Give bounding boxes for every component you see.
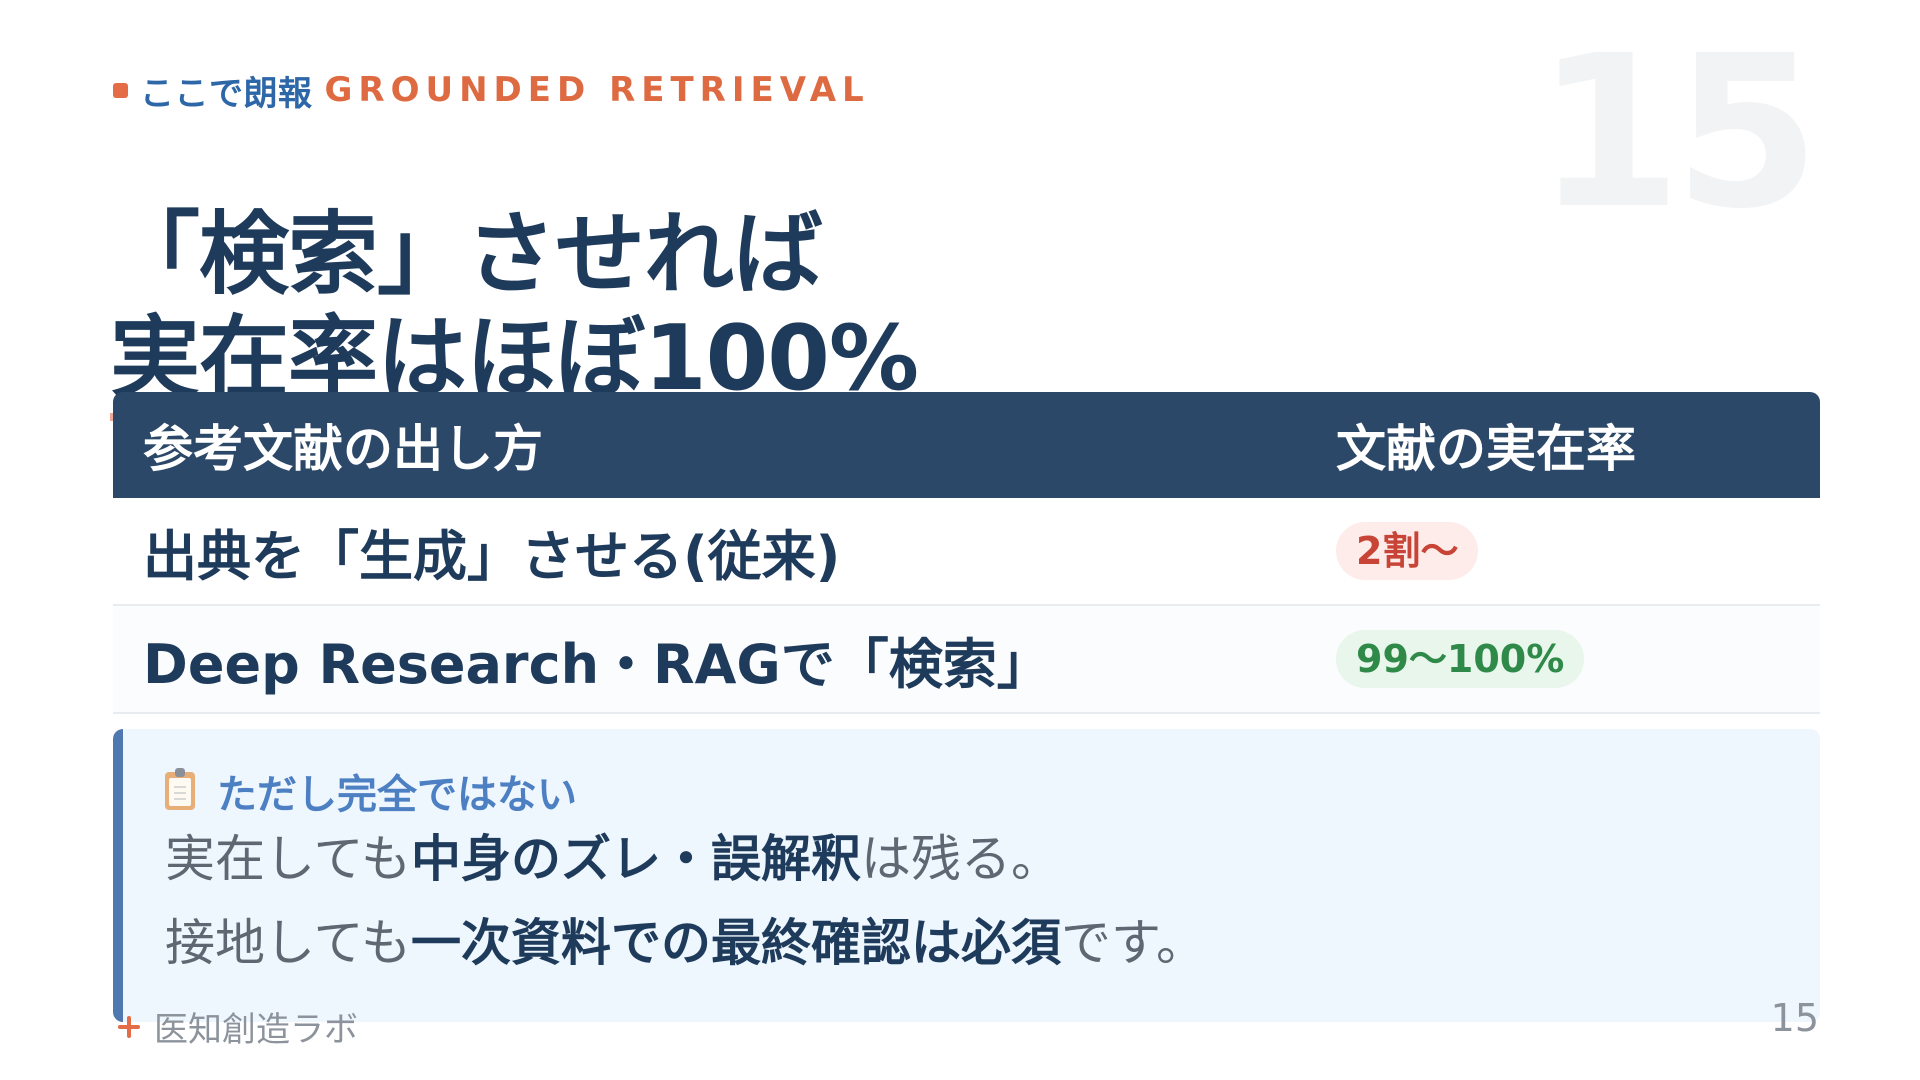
note-line-1: 実在しても中身のズレ・誤解釈は残る。	[165, 817, 1780, 901]
eyebrow-english-label: GROUNDED RETRIEVAL	[324, 70, 870, 110]
slide-eyebrow: ここで朗報 GROUNDED RETRIEVAL	[113, 70, 870, 114]
table-row-search-citations: Deep Research・RAGで「検索」 99〜100%	[113, 606, 1820, 714]
clipboard-icon	[165, 768, 195, 810]
footer-brand: 医知創造ラボ	[118, 1002, 358, 1051]
note-line-2-emphasis: 一次資料での最終確認は必須	[411, 914, 1061, 972]
high-rate-badge: 99〜100%	[1336, 630, 1585, 688]
eyebrow-japanese-label: ここで朗報	[140, 73, 313, 114]
page-number: 15	[1770, 996, 1819, 1040]
note-line-2: 接地しても一次資料での最終確認は必須です。	[165, 901, 1780, 985]
note-heading: ただし完全ではない	[165, 765, 1780, 818]
background-slide-number: 15	[1535, 10, 1820, 255]
table-cell-method: Deep Research・RAGで「検索」	[143, 632, 1051, 696]
note-line-2-prefix: 接地しても	[165, 914, 411, 972]
presentation-slide: 15 ここで朗報 GROUNDED RETRIEVAL 「検索」させれば 実在率…	[0, 0, 1920, 1080]
table-header-method: 参考文献の出し方	[143, 420, 543, 478]
table-cell-existence-rate: 99〜100%	[1312, 630, 1820, 688]
table-header-row: 参考文献の出し方 文献の実在率	[113, 392, 1820, 498]
table-header-existence-rate: 文献の実在率	[1336, 420, 1636, 478]
plus-icon	[118, 1015, 140, 1038]
slide-title: 「検索」させれば 実在率はほぼ100%	[110, 202, 1030, 422]
note-line-2-suffix: です。	[1061, 914, 1206, 972]
caution-note-box: ただし完全ではない 実在しても中身のズレ・誤解釈は残る。 接地しても一次資料での…	[113, 729, 1820, 1022]
table-row-generated-citations: 出典を「生成」させる(従来) 2割〜	[113, 498, 1820, 606]
reference-existence-table: 参考文献の出し方 文献の実在率 出典を「生成」させる(従来) 2割〜 Deep …	[113, 392, 1820, 714]
note-line-1-suffix: は残る。	[861, 830, 1061, 888]
table-cell-method: 出典を「生成」させる(従来)	[143, 524, 841, 588]
title-line-1: 「検索」させれば	[110, 202, 823, 308]
low-rate-badge: 2割〜	[1336, 522, 1479, 580]
note-line-1-prefix: 実在しても	[165, 830, 411, 888]
brand-name: 医知創造ラボ	[154, 1010, 358, 1050]
orange-square-icon	[113, 82, 128, 98]
note-title: ただし完全ではない	[217, 772, 577, 818]
note-line-1-emphasis: 中身のズレ・誤解釈	[411, 830, 861, 888]
table-cell-existence-rate: 2割〜	[1312, 522, 1820, 580]
clipboard-lines-icon	[174, 786, 186, 800]
